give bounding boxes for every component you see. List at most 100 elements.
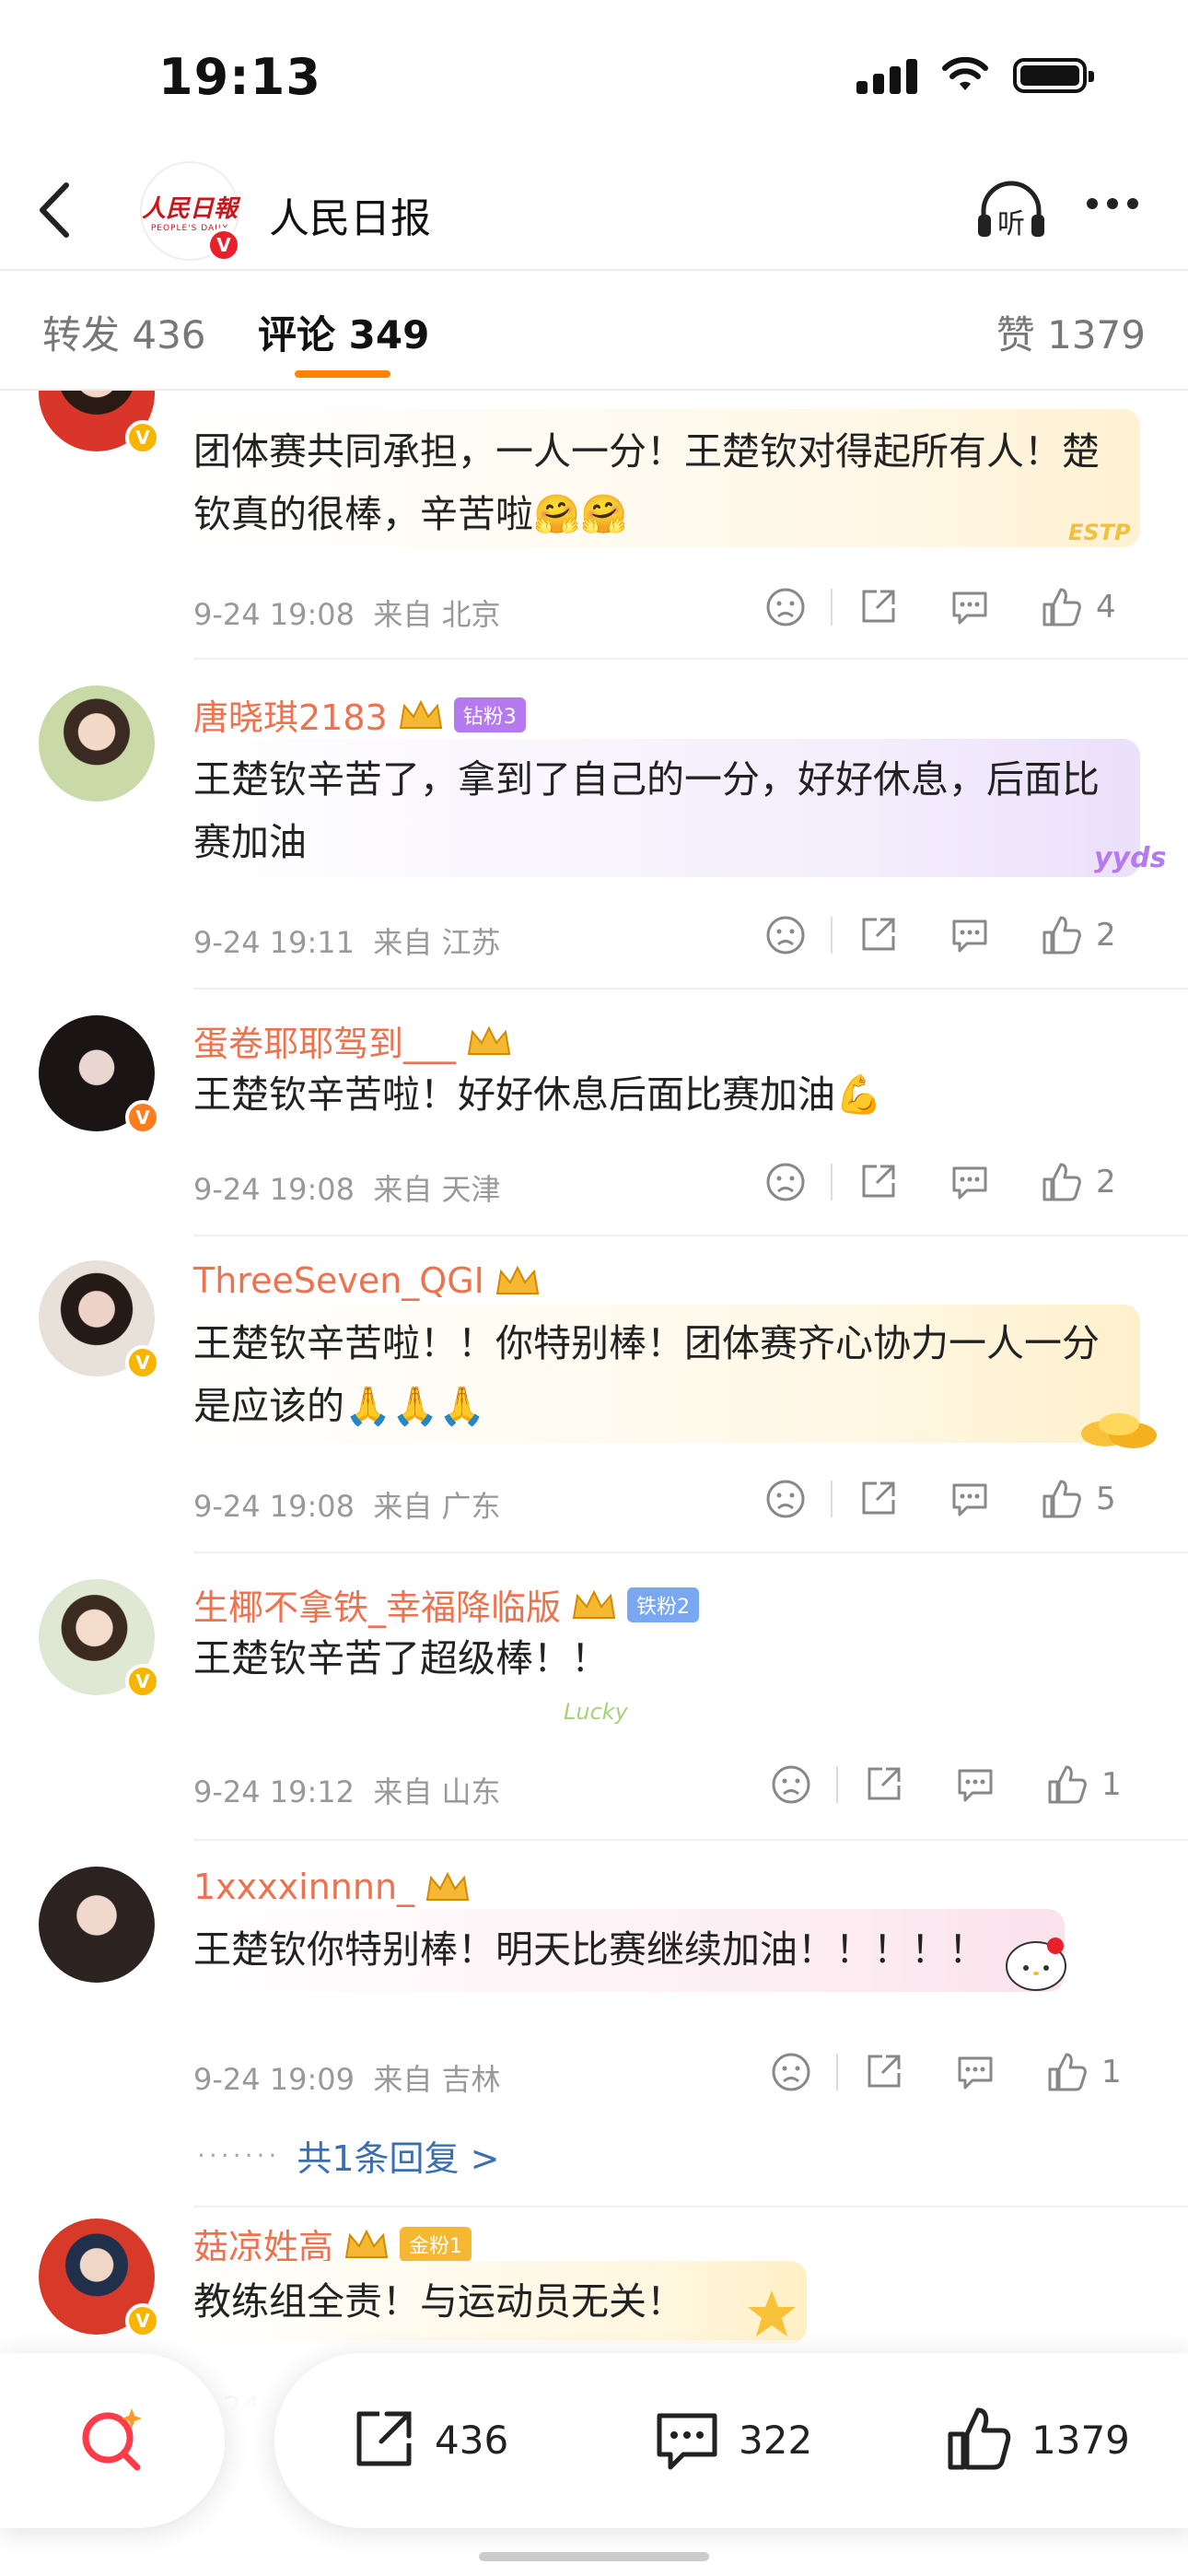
comment-meta: 9-24 19:11 来自 江苏 xyxy=(193,919,501,962)
hello-kitty-decoration-icon xyxy=(1006,1938,1066,1991)
commenter-avatar[interactable] xyxy=(39,685,158,805)
commenter-name[interactable]: 1xxxxinnnn_ xyxy=(193,1867,414,1907)
comment-text: 王楚钦辛苦啦！好好休息后面比赛加油💪 xyxy=(193,1072,883,1117)
dislike-face-icon[interactable] xyxy=(764,1161,807,1203)
reply-icon[interactable] xyxy=(949,1478,991,1520)
share-icon[interactable] xyxy=(856,914,899,956)
comment-time: 9-24 19:08 xyxy=(193,597,355,632)
like-count: 1 xyxy=(1101,2054,1122,2090)
crown-icon xyxy=(467,1025,511,1055)
tab-comments[interactable]: 评论 349 xyxy=(258,304,429,360)
like-thumb-icon[interactable] xyxy=(1041,1161,1083,1203)
reply-icon[interactable] xyxy=(949,1161,991,1203)
back-arrow-icon[interactable] xyxy=(28,178,83,242)
comment-actions: 4 xyxy=(764,586,1160,628)
reply-icon[interactable] xyxy=(949,586,991,628)
commenter-avatar[interactable]: V xyxy=(39,2219,160,2338)
verified-badge-icon: V xyxy=(206,228,241,263)
comment-location: 来自 广东 xyxy=(373,1489,501,1524)
headphones-listen-icon[interactable]: 听 xyxy=(974,178,1048,242)
commenter-avatar[interactable] xyxy=(39,1867,158,1986)
post-actions-pill: 436 322 1379 xyxy=(274,2353,1188,2528)
comment-divider xyxy=(193,1235,1188,1236)
commenter-avatar[interactable]: V xyxy=(39,391,160,455)
reply-icon[interactable] xyxy=(954,2051,996,2093)
svg-text:听: 听 xyxy=(997,208,1025,240)
view-replies-link[interactable]: ······· 共1条回复 > xyxy=(197,2130,499,2181)
reply-icon[interactable] xyxy=(949,914,991,956)
more-options-icon[interactable] xyxy=(1087,198,1138,209)
dislike-face-icon[interactable] xyxy=(770,2051,812,2093)
crown-icon xyxy=(425,1871,470,1901)
like-button[interactable]: 1379 xyxy=(945,2405,1130,2475)
repost-button[interactable]: 436 xyxy=(348,2405,508,2475)
account-avatar[interactable]: 人民日報 PEOPLE'S DAILY V xyxy=(140,161,241,263)
commenter-avatar[interactable]: V xyxy=(39,1579,160,1699)
fan-badge: 钻粉3 xyxy=(453,697,526,732)
verified-badge-icon: V xyxy=(125,2303,160,2338)
comment-text: 王楚钦辛苦了，拿到了自己的一分，好好休息，后面比赛加油 xyxy=(193,757,1100,864)
like-count: 5 xyxy=(1096,1481,1116,1517)
account-name[interactable]: 人民日报 xyxy=(269,185,431,244)
replies-link-text: 共1条回复 > xyxy=(297,2138,500,2179)
like-thumb-icon[interactable] xyxy=(1041,1478,1083,1520)
comment-meta: 9-24 19:09 来自 吉林 xyxy=(193,2056,501,2099)
dislike-face-icon[interactable] xyxy=(764,1478,807,1520)
like-count: 4 xyxy=(1096,589,1116,626)
verified-badge-icon: V xyxy=(125,420,160,455)
share-icon[interactable] xyxy=(856,1161,899,1203)
logo-text: 人民日報 xyxy=(142,194,239,223)
estp-decoration: ESTP xyxy=(1068,520,1131,545)
status-bar: 19:13 xyxy=(0,0,1188,147)
commenter-avatar[interactable]: V xyxy=(39,1260,160,1380)
lucky-decoration: Lucky xyxy=(564,1699,628,1725)
commenter-name-row: ThreeSeven_QGI xyxy=(193,1260,542,1301)
comment-meta: 9-24 19:08 来自 北京 xyxy=(193,591,501,634)
comment-time: 9-24 19:12 xyxy=(193,1774,355,1809)
share-icon[interactable] xyxy=(862,2051,904,2093)
repost-count: 436 xyxy=(435,2417,509,2463)
like-count: 1 xyxy=(1101,1766,1122,1803)
battery-icon xyxy=(1013,58,1094,93)
comment-divider xyxy=(193,658,1188,660)
tab-reposts[interactable]: 转发 436 xyxy=(42,304,206,360)
tab-likes[interactable]: 赞 1379 xyxy=(996,304,1146,360)
commenter-name[interactable]: 蛋卷耶耶驾到___ xyxy=(193,1015,456,1066)
verified-badge-icon: V xyxy=(125,1345,160,1380)
cellular-signal-icon xyxy=(856,57,917,94)
crown-icon xyxy=(399,699,442,729)
share-icon[interactable] xyxy=(856,1478,899,1520)
like-thumb-icon xyxy=(948,2407,1011,2470)
commenter-name[interactable]: 生椰不拿铁_幸福降临版 xyxy=(193,1579,561,1630)
share-icon[interactable] xyxy=(856,586,899,628)
commenter-name-row: 1xxxxinnnn_ xyxy=(193,1867,472,1907)
fan-badge: 铁粉2 xyxy=(627,1587,700,1622)
dislike-face-icon[interactable] xyxy=(764,586,807,628)
search-icon xyxy=(82,2408,142,2471)
home-indicator[interactable] xyxy=(479,2552,709,2561)
like-thumb-icon[interactable] xyxy=(1041,914,1083,956)
search-button[interactable] xyxy=(0,2353,225,2528)
comment-actions: 2 xyxy=(764,1161,1160,1203)
like-thumb-icon[interactable] xyxy=(1041,586,1083,628)
comment-text: 教练组全责！与运动员无关！ xyxy=(193,2279,684,2324)
like-thumb-icon[interactable] xyxy=(1046,2051,1089,2093)
share-icon[interactable] xyxy=(862,1763,904,1806)
commenter-name[interactable]: ThreeSeven_QGI xyxy=(193,1260,484,1301)
commenter-name[interactable]: 唐晓琪2183 xyxy=(193,689,388,740)
commenter-avatar[interactable]: V xyxy=(39,1015,160,1135)
reply-icon[interactable] xyxy=(954,1763,996,1806)
dislike-face-icon[interactable] xyxy=(764,914,807,956)
dislike-face-icon[interactable] xyxy=(770,1763,812,1806)
comment-time: 9-24 19:08 xyxy=(193,1489,355,1524)
like-count-total: 1379 xyxy=(1031,2417,1130,2463)
comment-divider xyxy=(193,1551,1188,1553)
comment-text: 王楚钦辛苦了超级棒！！ xyxy=(193,1636,609,1680)
comment-divider xyxy=(193,1839,1188,1841)
share-icon xyxy=(356,2411,412,2466)
comment-button[interactable]: 322 xyxy=(652,2405,812,2475)
tab-bar: 转发 436 评论 349 赞 1379 xyxy=(0,269,1188,389)
like-thumb-icon[interactable] xyxy=(1046,1763,1089,1806)
commenter-name-row: 蛋卷耶耶驾到___ xyxy=(193,1015,513,1066)
comment-list: V 团体赛共同承担，一人一分！王楚钦对得起所有人！楚钦真的很棒，辛苦啦🤗🤗 ES… xyxy=(0,391,1188,2510)
